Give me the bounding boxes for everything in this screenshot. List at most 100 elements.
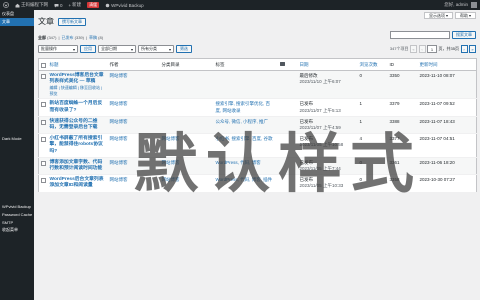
sidebar-item-placeholder-6[interactable]	[0, 70, 34, 78]
column-comments[interactable]	[277, 58, 298, 71]
post-title-link[interactable]: WordPress博客后台文章列表样式美化 — 草稿	[50, 73, 106, 85]
site-name-link[interactable]: 王码编程下网	[12, 0, 51, 10]
column-views[interactable]: 浏览次数	[357, 58, 388, 71]
cache-link[interactable]: 清缓	[84, 0, 102, 10]
bulk-action-select[interactable]: 批量操作 ▾	[38, 45, 78, 53]
date-cell: 已发布 2023/11/05 上午10:58	[297, 133, 358, 158]
row-checkbox[interactable]	[41, 160, 46, 166]
updated-cell: 2023-11-07 04:51	[417, 133, 477, 158]
sidebar-item-collapse[interactable]: 收起菜单	[0, 226, 34, 234]
sidebar-item-dashboard[interactable]: 仪表盘	[0, 10, 34, 18]
post-title-link[interactable]: 快速获得公众号的二维码，无需登录后台下载	[50, 119, 106, 131]
category-filter-select[interactable]: 所有分类 ▾	[138, 45, 174, 53]
author-cell: 网站博客	[107, 70, 160, 100]
apply-button[interactable]: 应用	[80, 45, 96, 53]
row-checkbox[interactable]	[41, 178, 46, 184]
wp-logo-icon[interactable]	[0, 0, 12, 10]
site-name: 王码编程下网	[21, 2, 48, 7]
date-cell: 已发布 2023/11/05 上午7:44	[297, 157, 358, 176]
sidebar-item-posts[interactable]: 文章	[0, 18, 34, 26]
tags-links[interactable]: 小红书, 搜索引擎, 百度, 谷歌	[216, 136, 273, 141]
author-link[interactable]: 网站博客	[110, 177, 128, 182]
comments-cell	[277, 157, 298, 176]
column-title[interactable]: 标题	[47, 58, 108, 71]
comments-link[interactable]: 0	[51, 0, 66, 10]
column-updated[interactable]: 更新时间	[417, 58, 477, 71]
new-label: 新建	[72, 2, 82, 7]
sidebar-item-placeholder-1[interactable]	[0, 30, 34, 38]
sidebar-item-placeholder-8[interactable]	[0, 86, 34, 94]
sidebar-item-placeholder-5[interactable]	[0, 62, 34, 70]
post-title-link[interactable]: 小红书屏蔽了所有搜索引擎，能禁得住robots协议吗?	[50, 136, 106, 155]
search-input[interactable]	[390, 31, 450, 39]
chevron-down-icon: ▾	[72, 46, 75, 52]
search-posts-button[interactable]: 搜索文章	[452, 31, 476, 39]
last-page-button[interactable]: »	[469, 45, 476, 53]
new-content-link[interactable]: + 新建	[66, 0, 85, 10]
updated-cell: 2023-11-10 08:07	[417, 70, 477, 100]
author-link[interactable]: 网站博客	[110, 101, 128, 106]
sidebar-item-placeholder-11[interactable]	[0, 110, 34, 118]
sidebar-item-placeholder-10[interactable]	[0, 102, 34, 110]
row-actions[interactable]: 编辑 | 快速编辑 | 移至回收站 | 预览	[50, 85, 106, 96]
author-link[interactable]: 网站博客	[110, 73, 128, 78]
sidebar-item-placeholder-3[interactable]	[0, 46, 34, 54]
post-title-link[interactable]: WordPress后台文章列表添加文章ID和阅读量	[50, 177, 106, 189]
category-link[interactable]: 网站博客	[162, 177, 180, 182]
sidebar-item-dark-mode[interactable]: Dark Mode	[0, 134, 34, 142]
backup-link[interactable]: WPvivid Backup	[102, 0, 147, 10]
id-cell: 3379	[387, 98, 418, 117]
id-cell: 3350	[387, 70, 418, 100]
first-page-button[interactable]: «	[410, 45, 418, 53]
sidebar-item-smtp[interactable]: SMTP	[0, 218, 34, 226]
row-checkbox[interactable]	[41, 102, 46, 108]
post-title-link[interactable]: 新站百度蜘蛛一个月后反而有收录了?	[50, 101, 106, 113]
row-checkbox[interactable]	[41, 74, 46, 79]
sidebar-item-placeholder-9[interactable]	[0, 94, 34, 102]
current-page-input[interactable]: 1	[427, 45, 438, 53]
tags-links[interactable]: WordPress, 代码, 博客	[216, 160, 261, 165]
author-link[interactable]: 网站博客	[110, 160, 128, 165]
tags-links[interactable]: WordPress, 代码, 博客, 插件	[216, 177, 273, 182]
user-account-link[interactable]: 您好, admin	[441, 0, 480, 10]
page-title: 文章	[38, 17, 54, 26]
author-link[interactable]: 网站博客	[110, 119, 128, 124]
next-page-button[interactable]: ›	[460, 45, 468, 53]
row-checkbox[interactable]	[41, 119, 46, 125]
title-cell: 快速获得公众号的二维码，无需登录后台下载	[47, 116, 108, 135]
select-all-checkbox[interactable]	[41, 62, 46, 68]
chevron-down-icon: ▾	[168, 46, 171, 52]
category-link[interactable]: 网站博客	[162, 136, 180, 141]
help-button[interactable]: 帮助 ▾	[454, 12, 476, 19]
column-date[interactable]: 日期	[297, 58, 358, 71]
date-cell: 已发布 2023/11/05 上午10:33	[297, 174, 358, 193]
date-value: 2023/11/10 上午6:07	[299, 79, 341, 85]
admin-sidebar: 仪表盘 文章 Dark Mode WPvivid Backup Password…	[0, 10, 34, 300]
view-published[interactable]: 已发布 (339)	[62, 35, 84, 41]
add-new-post-button[interactable]: 撰写新文章	[58, 17, 86, 26]
view-drafts[interactable]: 草稿 (8)	[89, 35, 103, 41]
tags-links[interactable]: 搜索引擎, 搜索引擎优化, 百度, 网站收录	[216, 101, 271, 112]
prev-page-button[interactable]: ‹	[418, 45, 426, 53]
column-id: ID	[387, 58, 418, 71]
sidebar-item-placeholder-2[interactable]	[0, 38, 34, 46]
sidebar-item-placeholder-13[interactable]	[0, 126, 34, 134]
category-link[interactable]: 网站博客	[162, 160, 180, 165]
author-cell: 网站博客	[107, 133, 160, 158]
view-all[interactable]: 全部 (347)	[38, 35, 56, 41]
date-filter-select[interactable]: 全部日期 ▾	[98, 45, 136, 53]
sidebar-item-placeholder-12[interactable]	[0, 118, 34, 126]
row-checkbox[interactable]	[41, 137, 46, 143]
post-title-link[interactable]: 博客添加文章字数、代码行数和预计阅读时间功能	[50, 160, 106, 172]
sidebar-item-placeholder-7[interactable]	[0, 78, 34, 86]
tags-links[interactable]: 公众号, 微信, 小程序, 推广	[216, 119, 269, 124]
sidebar-item-placeholder-4[interactable]	[0, 54, 34, 62]
table-row: 快速获得公众号的二维码，无需登录后台下载 网站博客 公众号, 微信, 小程序, 推广…	[38, 116, 477, 135]
items-count: 347个项目	[389, 46, 409, 51]
sidebar-item-password-cache[interactable]: Password Cache	[0, 210, 34, 218]
author-link[interactable]: 网站博客	[110, 136, 128, 141]
id-cell: 3361	[387, 157, 418, 176]
screen-options-button[interactable]: 显示选项 ▾	[423, 12, 453, 19]
sidebar-item-backup[interactable]: WPvivid Backup	[0, 202, 34, 210]
filter-button[interactable]: 筛选	[176, 45, 192, 53]
